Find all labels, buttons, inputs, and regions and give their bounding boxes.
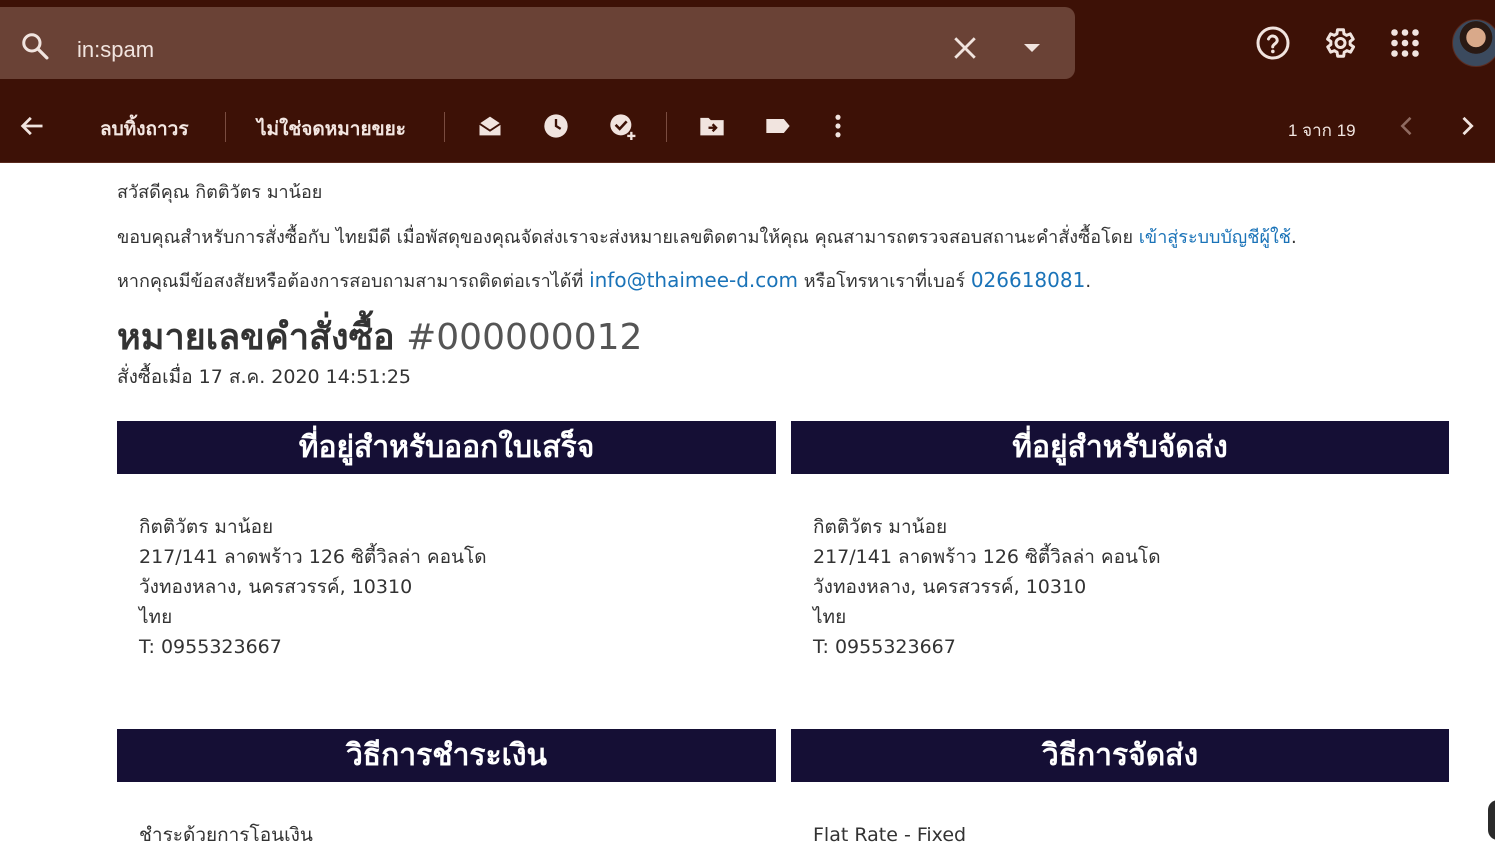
delete-forever-button[interactable]: ลบทิ้งถาวร (100, 114, 189, 144)
billing-name: กิตติวัตร มาน้อย (139, 516, 274, 538)
apps-grid-icon[interactable] (1387, 25, 1423, 61)
contact-end: . (1085, 271, 1092, 292)
contact-mid-text: หรือโทรหาเราที่เบอร์ (798, 271, 971, 292)
chevron-right-icon[interactable] (1453, 112, 1481, 140)
caret-down-icon[interactable] (1020, 39, 1044, 57)
billing-phone: T: 0955323667 (139, 636, 282, 658)
billing-city: วังทองหลาง, นครสวรรค์, 10310 (139, 576, 413, 598)
delivery-method-heading: วิธีการจัดส่ง (791, 729, 1449, 782)
move-to-folder-icon[interactable] (698, 112, 726, 140)
shipping-street: 217/141 ลาดพร้าว 126 ซิตี้วิลล่า คอนโด (813, 546, 1161, 568)
shipping-country: ไทย (813, 606, 847, 628)
contact-email-link[interactable]: info@thaimee-d.com (589, 268, 798, 292)
order-label: หมายเลขคำสั่งซื้อ (117, 317, 395, 358)
search-icon[interactable] (20, 31, 50, 61)
contact-paragraph: หากคุณมีข้อสงสัยหรือต้องการสอบถามสามารถต… (117, 266, 1091, 295)
order-number: #000000012 (406, 317, 643, 358)
greeting-text: สวัสดีคุณ กิตติวัตร มาน้อย (117, 182, 323, 203)
toolbar-divider (444, 112, 445, 142)
contact-phone-link[interactable]: 026618081 (971, 268, 1086, 292)
add-task-icon[interactable] (608, 112, 636, 140)
order-title: หมายเลขคำสั่งซื้อ #000000012 (117, 308, 642, 365)
billing-street: 217/141 ลาดพร้าว 126 ซิตี้วิลล่า คอนโด (139, 546, 487, 568)
shipping-address: กิตติวัตร มาน้อย 217/141 ลาดพร้าว 126 ซิ… (813, 512, 1161, 662)
toolbar-divider (666, 112, 667, 142)
not-spam-button[interactable]: ไม่ใช่จดหมายขยะ (257, 114, 406, 144)
mark-unread-icon[interactable] (476, 112, 504, 140)
billing-country: ไทย (139, 606, 173, 628)
shipping-address-heading: ที่อยู่สำหรับจัดส่ง (791, 421, 1449, 474)
thanks-end: . (1291, 227, 1297, 248)
snooze-clock-icon[interactable] (542, 112, 570, 140)
gear-icon[interactable] (1321, 25, 1357, 61)
label-tag-icon[interactable] (764, 112, 792, 140)
payment-method-heading: วิธีการชำระเงิน (117, 729, 776, 782)
order-date: สั่งซื้อเมื่อ 17 ส.ค. 2020 14:51:25 (117, 366, 412, 388)
thanks-paragraph: ขอบคุณสำหรับการสั่งซื้อกับ ไทยมีดี เมื่อ… (117, 222, 1297, 251)
pagination-count: 1 จาก 19 (1288, 121, 1356, 140)
chevron-left-icon[interactable] (1393, 112, 1421, 140)
shipping-city: วังทองหลาง, นครสวรรค์, 10310 (813, 576, 1087, 598)
avatar[interactable] (1452, 19, 1495, 67)
floating-side-button[interactable] (1488, 800, 1495, 840)
top-bar: in:spam (0, 0, 1495, 90)
thanks-text: ขอบคุณสำหรับการสั่งซื้อกับ ไทยมีดี เมื่อ… (117, 227, 1139, 248)
shipping-phone: T: 0955323667 (813, 636, 956, 658)
billing-address-heading: ที่อยู่สำหรับออกใบเสร็จ (117, 421, 776, 474)
billing-address: กิตติวัตร มาน้อย 217/141 ลาดพร้าว 126 ซิ… (139, 512, 487, 662)
login-link[interactable]: เข้าสู่ระบบบัญชีผู้ใช้ (1139, 227, 1291, 248)
contact-text: หากคุณมีข้อสงสัยหรือต้องการสอบถามสามารถต… (117, 271, 590, 292)
payment-method-text: ชำระด้วยการโอนเงิน (139, 824, 313, 846)
message-toolbar: ลบทิ้งถาวร ไม่ใช่จดหมายขยะ 1 จาก 19 (0, 90, 1495, 163)
back-arrow-icon[interactable] (18, 112, 46, 140)
delivery-method-text: Flat Rate - Fixed (813, 824, 967, 846)
shipping-name: กิตติวัตร มาน้อย (813, 516, 948, 538)
close-icon[interactable] (952, 35, 978, 61)
search-box[interactable]: in:spam (0, 7, 1075, 79)
toolbar-divider (225, 112, 226, 142)
more-vertical-icon[interactable] (824, 112, 852, 140)
help-icon[interactable] (1255, 25, 1291, 61)
search-input[interactable]: in:spam (77, 37, 154, 63)
